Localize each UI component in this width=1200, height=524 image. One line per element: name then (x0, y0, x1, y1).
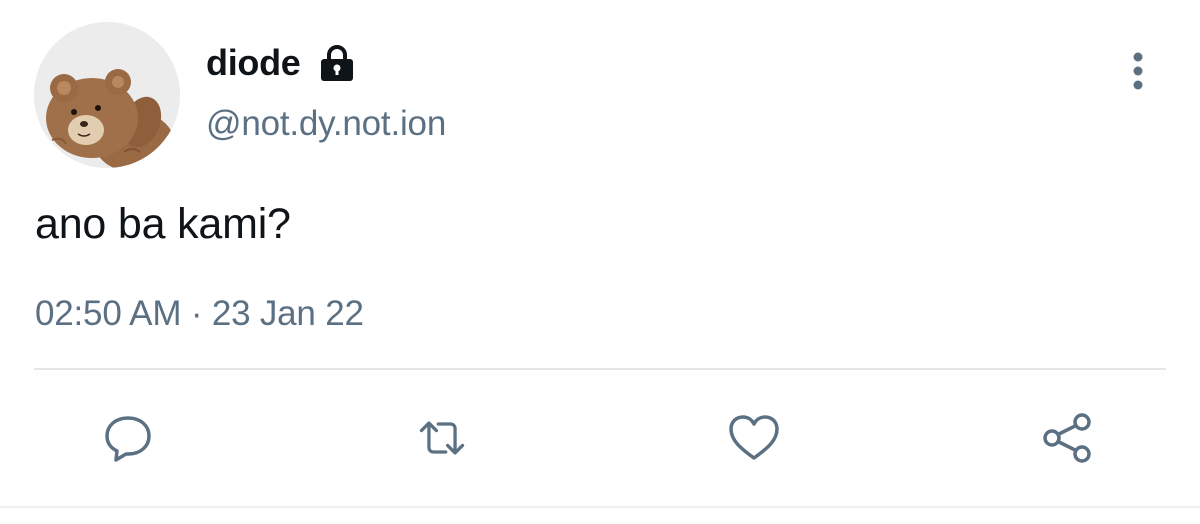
tweet-text: ano ba kami? (35, 200, 291, 248)
avatar[interactable] (34, 22, 180, 168)
display-name[interactable]: diode (206, 42, 301, 84)
divider (34, 368, 1166, 370)
user-handle[interactable]: @not.dy.not.ion (206, 104, 446, 144)
tweet-time: 02:50 AM (35, 294, 182, 333)
share-nodes-icon (1043, 413, 1091, 463)
vertical-ellipsis-icon (1133, 52, 1143, 90)
retweet-button[interactable] (414, 410, 470, 466)
bottom-divider (0, 506, 1200, 508)
display-name-row: diode (206, 40, 357, 86)
tweet-card: diode @not.dy.not.ion ano ba kami? 02:50… (0, 0, 1200, 524)
lock-icon (317, 43, 357, 83)
share-button[interactable] (1040, 410, 1096, 466)
more-options-button[interactable] (1118, 46, 1158, 96)
retweet-arrows-icon (419, 421, 465, 455)
meta-separator: · (190, 294, 203, 333)
like-button[interactable] (726, 410, 782, 466)
tweet-date: 23 Jan 22 (211, 294, 364, 333)
comment-bubble-icon (105, 416, 151, 462)
tweet-timestamp[interactable]: 02:50 AM · 23 Jan 22 (35, 294, 364, 334)
teddy-bear-image (34, 22, 180, 168)
reply-button[interactable] (100, 410, 156, 466)
heart-icon (729, 415, 779, 460)
